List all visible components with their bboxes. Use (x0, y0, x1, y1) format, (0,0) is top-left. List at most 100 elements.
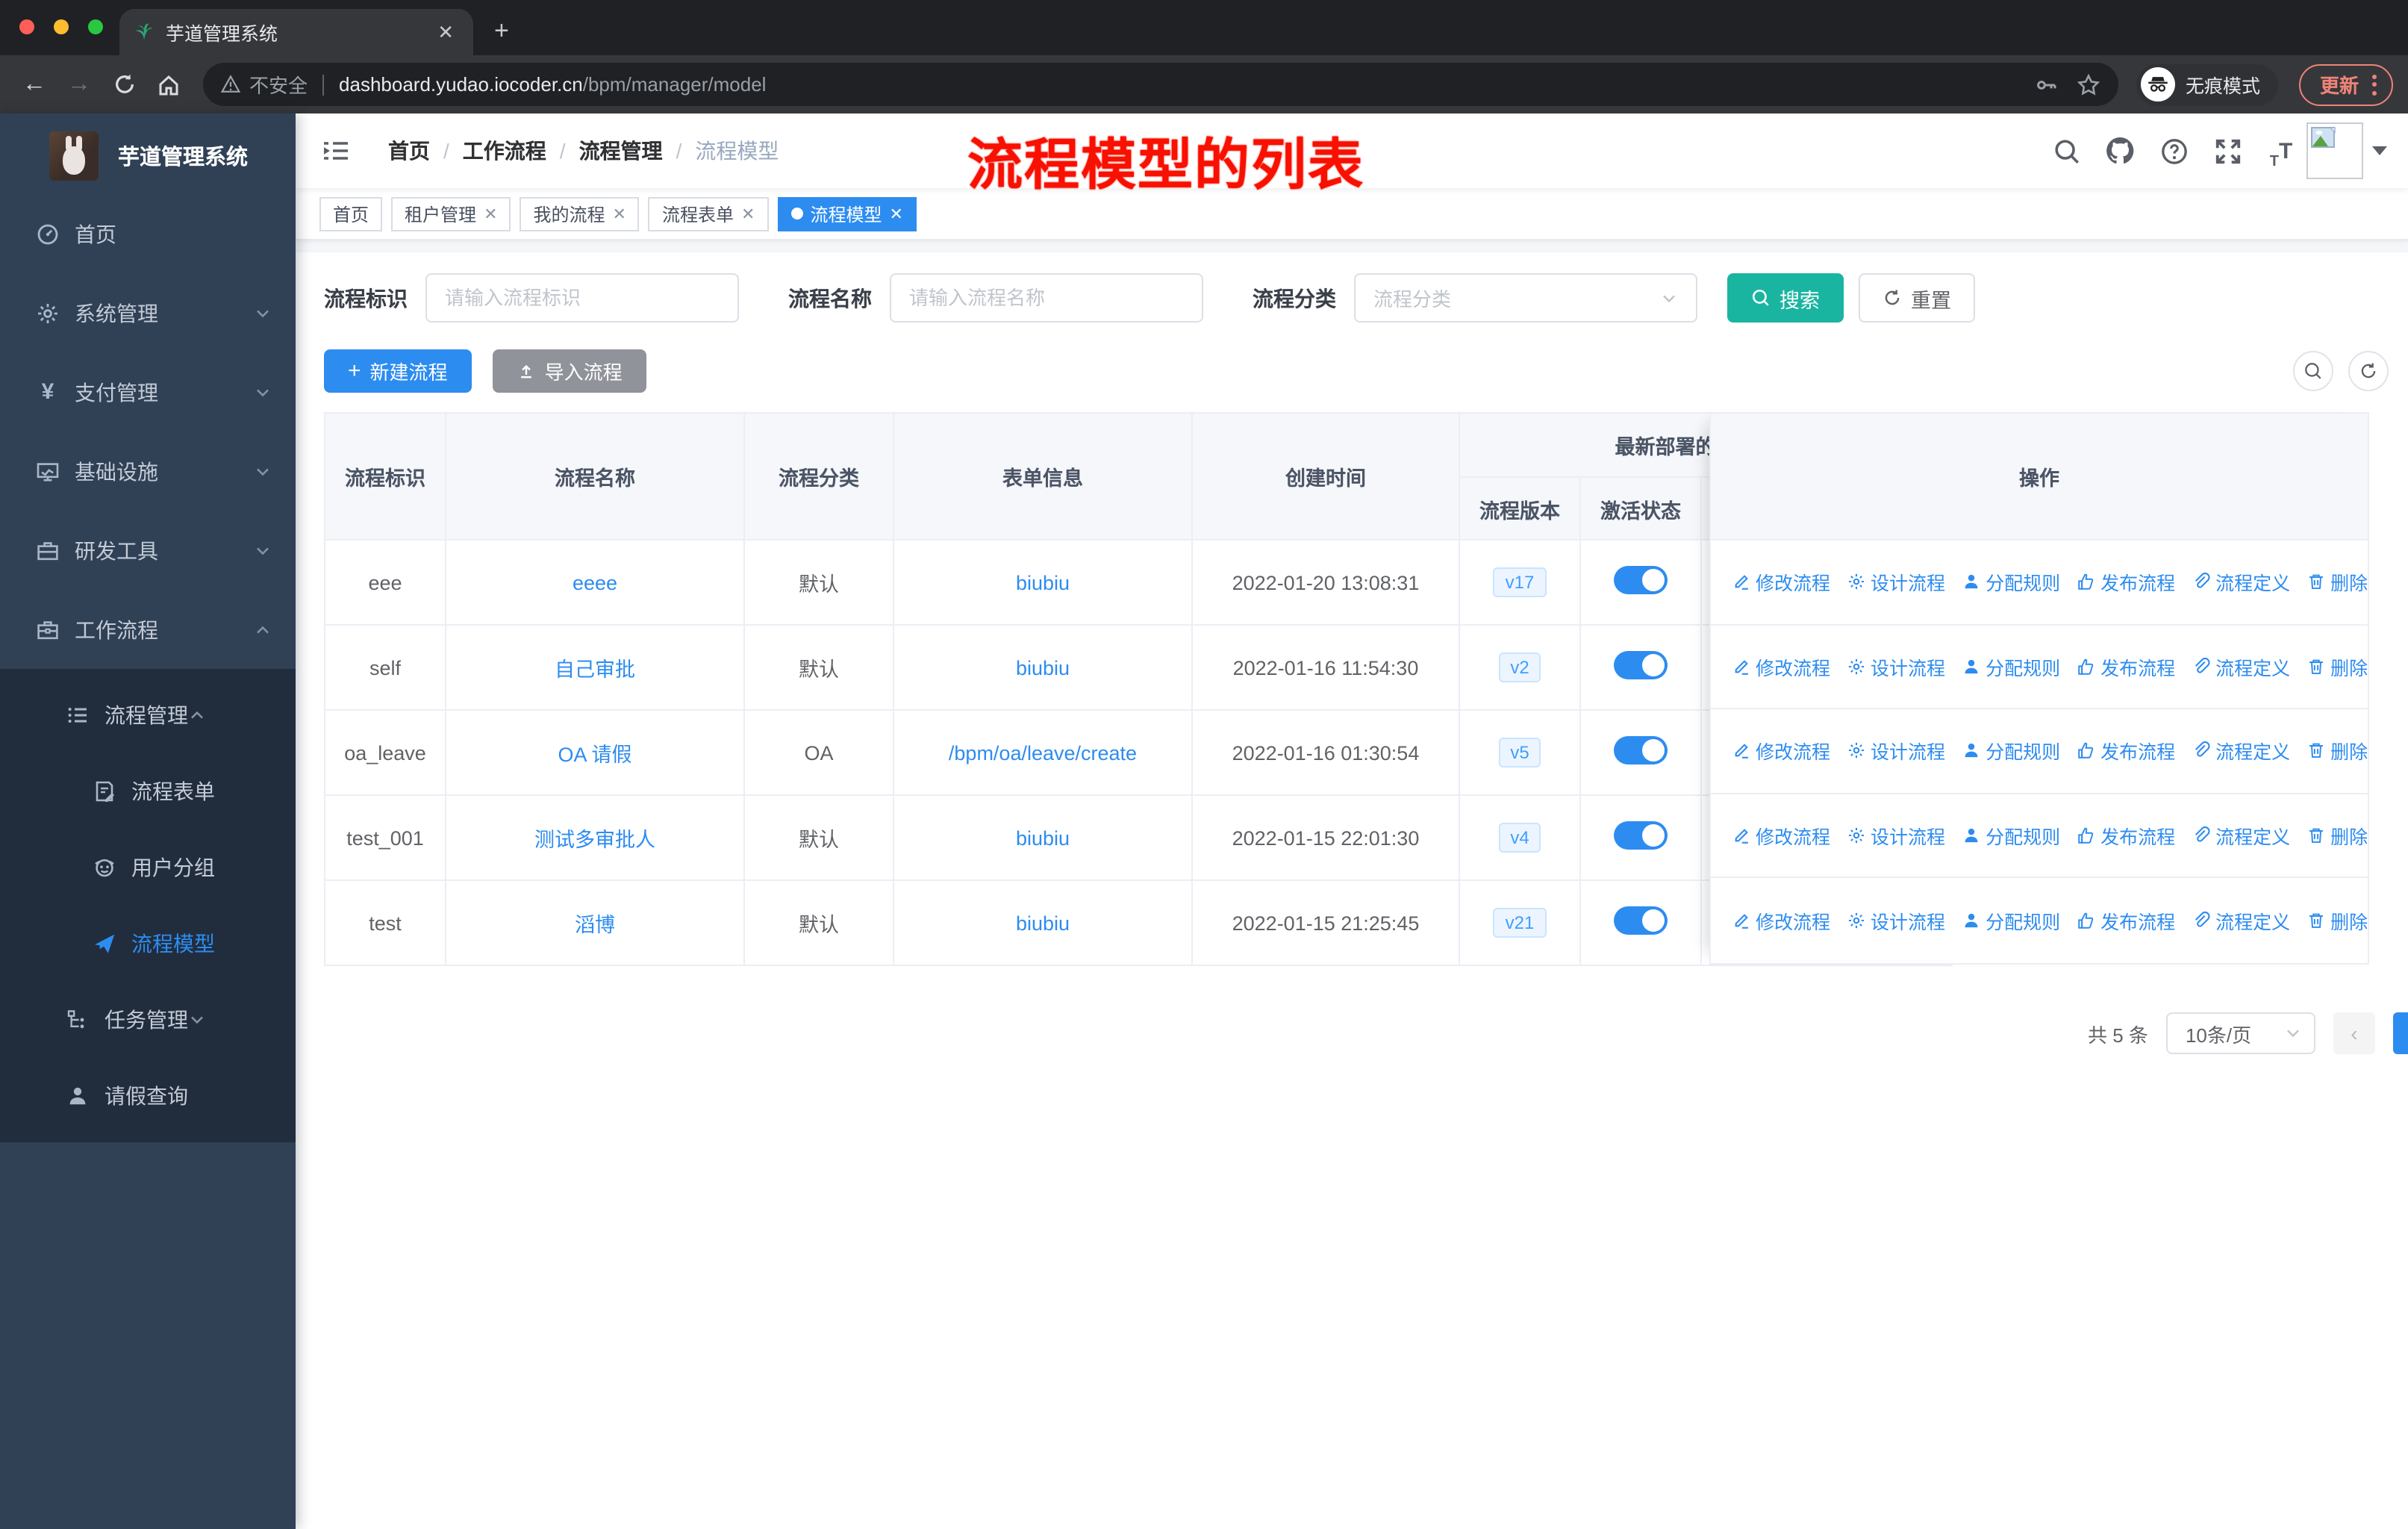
home-icon[interactable] (149, 65, 188, 104)
action-流程定义[interactable]: 流程定义 (2192, 653, 2290, 681)
action-发布流程[interactable]: 发布流程 (2077, 568, 2175, 597)
sidebar-item-流程模型[interactable]: 流程模型 (0, 905, 296, 981)
action-发布流程[interactable]: 发布流程 (2077, 737, 2175, 765)
avatar-caret-icon[interactable] (2372, 146, 2387, 155)
process-name-link[interactable]: eeee (573, 571, 617, 594)
create-process-button[interactable]: + 新建流程 (324, 349, 472, 393)
active-toggle[interactable] (1614, 566, 1668, 594)
action-删除[interactable]: 删除 (2306, 737, 2368, 765)
help-icon[interactable] (2154, 131, 2193, 170)
tag-item[interactable]: 租户管理 ✕ (391, 196, 511, 231)
url-bar[interactable]: 不安全 dashboard.yudao.iocoder.cn/bpm/manag… (203, 63, 2118, 106)
active-toggle[interactable] (1614, 906, 1668, 935)
active-toggle[interactable] (1614, 651, 1668, 679)
search-button[interactable]: 搜索 (1727, 273, 1844, 323)
action-发布流程[interactable]: 发布流程 (2077, 821, 2175, 850)
sidebar-item-流程表单[interactable]: 流程表单 (0, 753, 296, 829)
tag-close-icon[interactable]: ✕ (741, 204, 755, 223)
process-name-link[interactable]: OA 请假 (558, 744, 631, 766)
security-warning[interactable]: 不安全 (221, 70, 308, 99)
filter-name-input[interactable] (890, 273, 1203, 323)
browser-tab[interactable]: 芋道管理系统 ✕ (119, 9, 473, 55)
tag-item[interactable]: 流程模型 ✕ (777, 196, 917, 231)
form-info-link[interactable]: biubiu (1016, 912, 1070, 934)
breadcrumb-item-1[interactable]: 首页 (388, 136, 430, 166)
prev-page-button[interactable]: ‹ (2333, 1012, 2375, 1054)
active-toggle[interactable] (1614, 736, 1668, 764)
back-icon[interactable]: ← (15, 65, 54, 104)
form-info-link[interactable]: biubiu (1016, 826, 1070, 849)
form-info-link[interactable]: biubiu (1016, 571, 1070, 594)
tab-close-icon[interactable]: ✕ (433, 20, 458, 44)
import-process-button[interactable]: 导入流程 (492, 349, 646, 393)
sidebar-item-流程管理[interactable]: 流程管理 (0, 676, 296, 753)
breadcrumb-item-2[interactable]: 工作流程 (463, 136, 546, 166)
tag-close-icon[interactable]: ✕ (889, 204, 902, 223)
collapse-sidebar-icon[interactable] (322, 139, 349, 163)
forward-icon[interactable]: → (60, 65, 99, 104)
action-流程定义[interactable]: 流程定义 (2192, 821, 2290, 850)
close-window-button[interactable] (19, 19, 34, 34)
bookmark-star-icon[interactable] (2077, 72, 2100, 96)
filter-category-select[interactable]: 流程分类 (1354, 273, 1697, 323)
password-key-icon[interactable] (2035, 72, 2059, 96)
process-name-link[interactable]: 自己审批 (555, 658, 635, 681)
fullscreen-icon[interactable] (2208, 131, 2247, 170)
tag-close-icon[interactable]: ✕ (613, 204, 626, 223)
tag-item[interactable]: 首页 (319, 196, 383, 231)
sidebar-item-工作流程[interactable]: 工作流程 (0, 590, 296, 669)
sidebar-item-支付管理[interactable]: ¥ 支付管理 (0, 352, 296, 432)
reset-button[interactable]: 重置 (1859, 273, 1975, 323)
page-size-select[interactable]: 10条/页 (2165, 1012, 2315, 1054)
refresh-table-button[interactable] (2348, 351, 2389, 391)
maximize-window-button[interactable] (88, 19, 103, 34)
action-修改流程[interactable]: 修改流程 (1732, 737, 1830, 765)
form-info-link[interactable]: biubiu (1016, 656, 1070, 679)
form-info-link[interactable]: /bpm/oa/leave/create (949, 741, 1137, 764)
process-name-link[interactable]: 滔博 (575, 914, 615, 936)
sidebar-item-任务管理[interactable]: 任务管理 (0, 981, 296, 1057)
sidebar-logo[interactable]: 芋道管理系统 (0, 113, 296, 182)
current-page-button[interactable]: 1 (2392, 1012, 2408, 1054)
action-发布流程[interactable]: 发布流程 (2077, 653, 2175, 681)
action-分配规则[interactable]: 分配规则 (1962, 568, 2060, 597)
sidebar-item-首页[interactable]: 首页 (0, 194, 296, 273)
process-name-link[interactable]: 测试多审批人 (534, 829, 655, 851)
tag-item[interactable]: 我的流程 ✕ (520, 196, 640, 231)
action-发布流程[interactable]: 发布流程 (2077, 906, 2175, 935)
action-设计流程[interactable]: 设计流程 (1847, 653, 1945, 681)
action-修改流程[interactable]: 修改流程 (1732, 821, 1830, 850)
new-tab-button[interactable]: + (494, 16, 509, 55)
browser-menu-icon[interactable] (2372, 74, 2377, 95)
action-设计流程[interactable]: 设计流程 (1847, 906, 1945, 935)
sidebar-item-系统管理[interactable]: 系统管理 (0, 273, 296, 352)
breadcrumb-item-3[interactable]: 流程管理 (579, 136, 663, 166)
action-分配规则[interactable]: 分配规则 (1962, 906, 2060, 935)
tag-close-icon[interactable]: ✕ (484, 204, 497, 223)
fontsize-icon[interactable]: TT (2262, 131, 2301, 170)
sidebar-item-基础设施[interactable]: 基础设施 (0, 432, 296, 511)
search-icon[interactable] (2047, 131, 2086, 170)
action-修改流程[interactable]: 修改流程 (1732, 568, 1830, 597)
action-删除[interactable]: 删除 (2306, 906, 2368, 935)
action-分配规则[interactable]: 分配规则 (1962, 653, 2060, 681)
hide-search-button[interactable] (2293, 351, 2333, 391)
action-流程定义[interactable]: 流程定义 (2192, 737, 2290, 765)
user-avatar[interactable] (2306, 122, 2363, 179)
sidebar-item-用户分组[interactable]: 用户分组 (0, 829, 296, 905)
action-流程定义[interactable]: 流程定义 (2192, 568, 2290, 597)
action-分配规则[interactable]: 分配规则 (1962, 737, 2060, 765)
action-设计流程[interactable]: 设计流程 (1847, 737, 1945, 765)
action-分配规则[interactable]: 分配规则 (1962, 821, 2060, 850)
action-流程定义[interactable]: 流程定义 (2192, 906, 2290, 935)
github-icon[interactable] (2100, 131, 2139, 170)
action-删除[interactable]: 删除 (2306, 821, 2368, 850)
sidebar-item-请假查询[interactable]: 请假查询 (0, 1057, 296, 1133)
sidebar-item-研发工具[interactable]: 研发工具 (0, 511, 296, 590)
action-修改流程[interactable]: 修改流程 (1732, 906, 1830, 935)
minimize-window-button[interactable] (54, 19, 69, 34)
tag-item[interactable]: 流程表单 ✕ (648, 196, 769, 231)
action-设计流程[interactable]: 设计流程 (1847, 821, 1945, 850)
browser-update-button[interactable]: 更新 (2298, 63, 2393, 105)
action-修改流程[interactable]: 修改流程 (1732, 653, 1830, 681)
